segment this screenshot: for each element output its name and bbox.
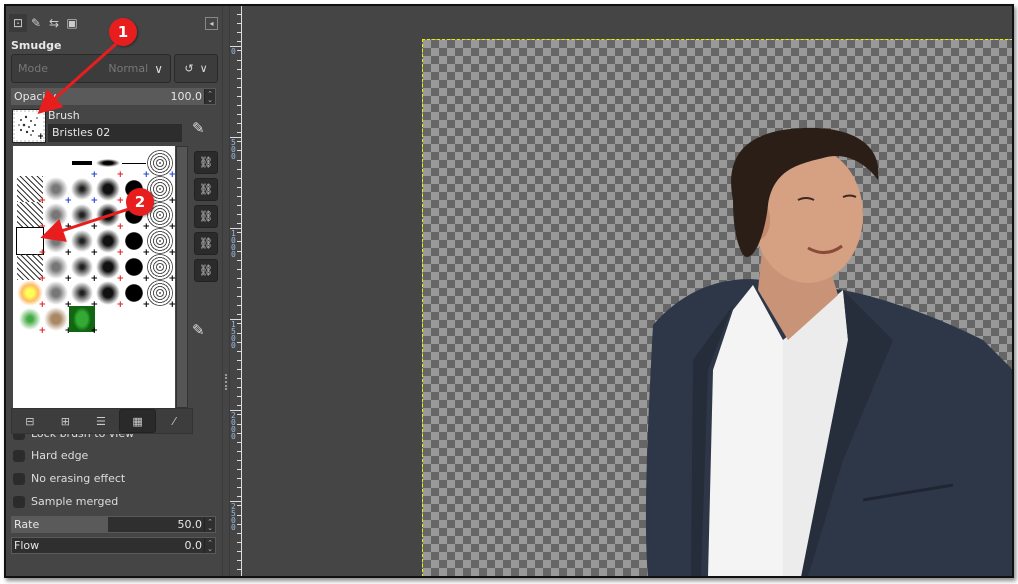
ruler-label: 1500 [231, 320, 236, 350]
flow-spin-arrows[interactable]: ⌃ ⌄ [204, 538, 215, 553]
flow-slider[interactable]: Flow 0.0 ⌃ ⌄ [11, 537, 216, 554]
ruler-tick [237, 323, 241, 324]
ruler-tick [237, 405, 241, 406]
list-icon: ☰ [96, 414, 106, 428]
ruler-tick [237, 342, 241, 343]
flow-value: 0.0 [184, 539, 203, 552]
grid-icon: ▦ [132, 414, 143, 428]
ruler-tick [237, 551, 241, 552]
no-erasing-checkbox[interactable]: No erasing effect [13, 472, 125, 485]
image-canvas[interactable] [422, 39, 1012, 576]
ruler-tick [237, 478, 241, 479]
ruler-tick [237, 569, 241, 570]
minus-icon: ⊟ [25, 414, 35, 428]
rate-slider[interactable]: Rate 50.0 ⌃ ⌄ [11, 516, 216, 533]
paintbrush-icon: ⁄ [173, 414, 176, 428]
canvas-area[interactable] [243, 6, 1012, 576]
checkbox-label: Sample merged [31, 495, 119, 508]
plus-icon: ⊞ [60, 414, 70, 428]
ruler-tick [237, 387, 241, 388]
shrink-button[interactable]: ⊟ [12, 410, 48, 432]
checkbox-box[interactable] [13, 495, 25, 508]
checkbox-box[interactable] [13, 472, 25, 485]
ruler-tick [237, 451, 241, 452]
brush-grid-toolbar: ⊟ ⊞ ☰ ▦ ⁄ [11, 408, 193, 434]
ruler-tick [237, 314, 241, 315]
ruler-tick [237, 351, 241, 352]
annotation-arrow-2 [40, 207, 130, 242]
annotation-arrows [37, 42, 130, 242]
ruler-tick [237, 460, 241, 461]
edit-dynamics-icon[interactable]: ✎ [192, 321, 205, 339]
ruler-tick [237, 560, 241, 561]
ruler-tick [237, 533, 241, 534]
edit-brush-button[interactable]: ⁄ [156, 410, 192, 432]
drag-handle-icon [225, 374, 229, 390]
ruler-tick [237, 414, 241, 415]
ruler-label: 2000 [231, 411, 236, 441]
enlarge-button[interactable]: ⊞ [48, 410, 84, 432]
checkbox-label: Hard edge [31, 449, 89, 462]
ruler-tick [237, 424, 241, 425]
rate-spin-arrows[interactable]: ⌃ ⌄ [204, 517, 215, 532]
ruler-tick [237, 433, 241, 434]
hard-edge-checkbox[interactable]: Hard edge [13, 449, 88, 462]
ruler-tick [237, 515, 241, 516]
ruler-tick [237, 542, 241, 543]
ruler-tick [237, 378, 241, 379]
ruler-tick [237, 487, 241, 488]
checkbox-label: No erasing effect [31, 472, 126, 485]
rate-value: 50.0 [177, 518, 203, 531]
checkbox-box[interactable] [13, 449, 25, 462]
gimp-window: ⊡ ✎ ⇆ ▣ ◂ Smudge Mode Normal ∨ ↺ ∨ Opaci… [4, 4, 1014, 578]
ruler-tick [237, 496, 241, 497]
ruler-label: 2500 [231, 502, 236, 532]
ruler-tick [237, 524, 241, 525]
flow-label: Flow [14, 539, 40, 552]
ruler-tick [237, 369, 241, 370]
sample-merged-checkbox[interactable]: Sample merged [13, 495, 118, 508]
annotation-arrow-1 [37, 42, 117, 114]
ruler-tick [237, 333, 241, 334]
view-as-grid-button[interactable]: ▦ [118, 409, 157, 433]
ruler-tick [237, 505, 241, 506]
ruler-tick [237, 469, 241, 470]
ruler-tick [237, 360, 241, 361]
rate-label: Rate [14, 518, 40, 531]
view-as-list-button[interactable]: ☰ [83, 410, 119, 432]
brush-thumbnail[interactable]: + [17, 306, 46, 336]
ruler-tick [237, 396, 241, 397]
plus-icon: + [90, 326, 98, 336]
ruler-tick [237, 442, 241, 443]
person-image [645, 127, 1012, 576]
brush-thumbnail[interactable]: + [43, 306, 72, 336]
brush-thumbnail[interactable]: + [69, 306, 98, 336]
